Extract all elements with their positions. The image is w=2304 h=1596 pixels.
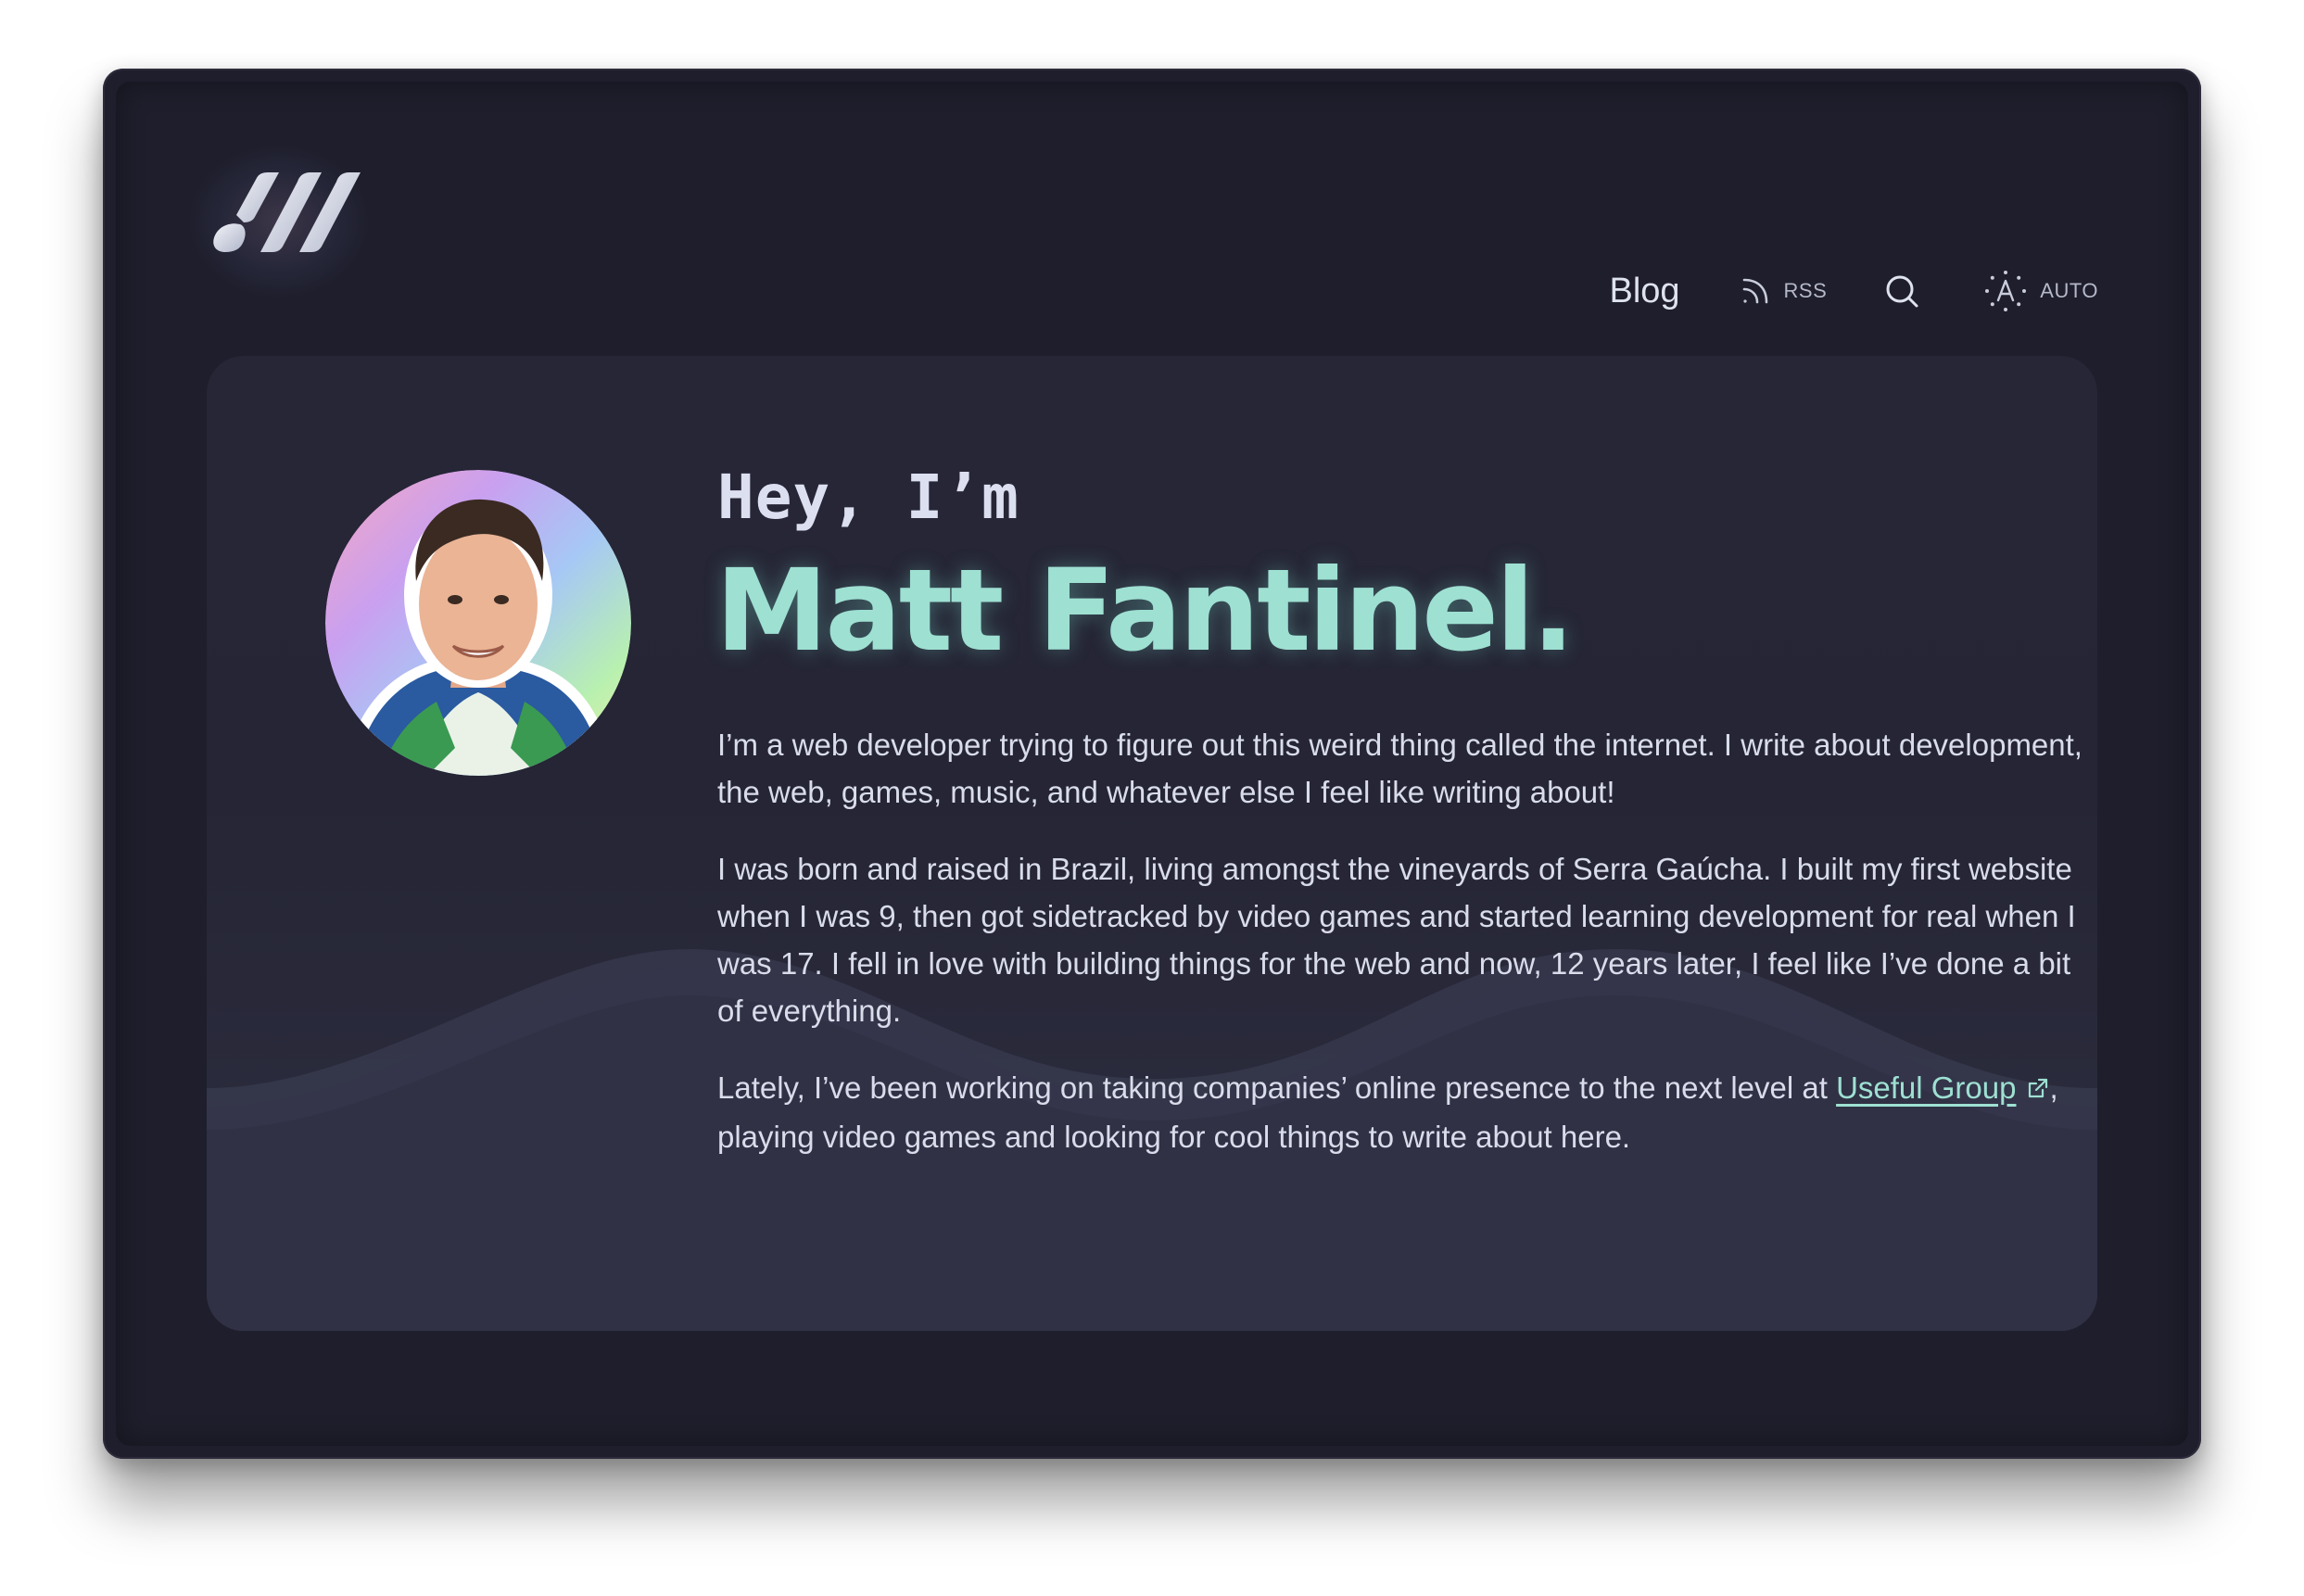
search-button[interactable] bbox=[1884, 273, 1919, 309]
intro-paragraph: I’m a web developer trying to figure out… bbox=[717, 728, 2082, 809]
rss-label: RSS bbox=[1783, 279, 1828, 302]
browser-window: Blog RSS AUTO Hey, I’m Matt Fantinel. I’… bbox=[103, 69, 2201, 1459]
external-link-icon bbox=[2026, 1066, 2050, 1113]
hero-name: Matt Fantinel. bbox=[715, 545, 1575, 677]
rss-icon bbox=[1740, 275, 1771, 307]
background-paragraph: I was born and raised in Brazil, living … bbox=[717, 852, 2076, 1028]
search-icon bbox=[1884, 273, 1919, 309]
useful-group-link[interactable]: Useful Group bbox=[1836, 1070, 2016, 1105]
current-work-paragraph: Lately, I’ve been working on taking comp… bbox=[717, 1064, 2089, 1160]
nav-blog-link[interactable]: Blog bbox=[1609, 272, 1679, 311]
paragraph-text-before-link: Lately, I’ve been working on taking comp… bbox=[717, 1070, 1837, 1105]
top-navigation: Blog RSS AUTO bbox=[1609, 254, 2098, 328]
site-logo-icon[interactable] bbox=[205, 171, 362, 272]
hero-content: Hey, I’m Matt Fantinel. I’m a web develo… bbox=[715, 462, 2089, 1160]
auto-theme-icon bbox=[1984, 270, 2027, 312]
nav-rss-link[interactable]: RSS bbox=[1740, 275, 1828, 307]
greeting-text: Hey, I’m bbox=[717, 462, 1019, 533]
theme-toggle-button[interactable]: AUTO bbox=[1984, 270, 2098, 312]
theme-label: AUTO bbox=[2040, 279, 2098, 302]
avatar bbox=[325, 470, 631, 776]
